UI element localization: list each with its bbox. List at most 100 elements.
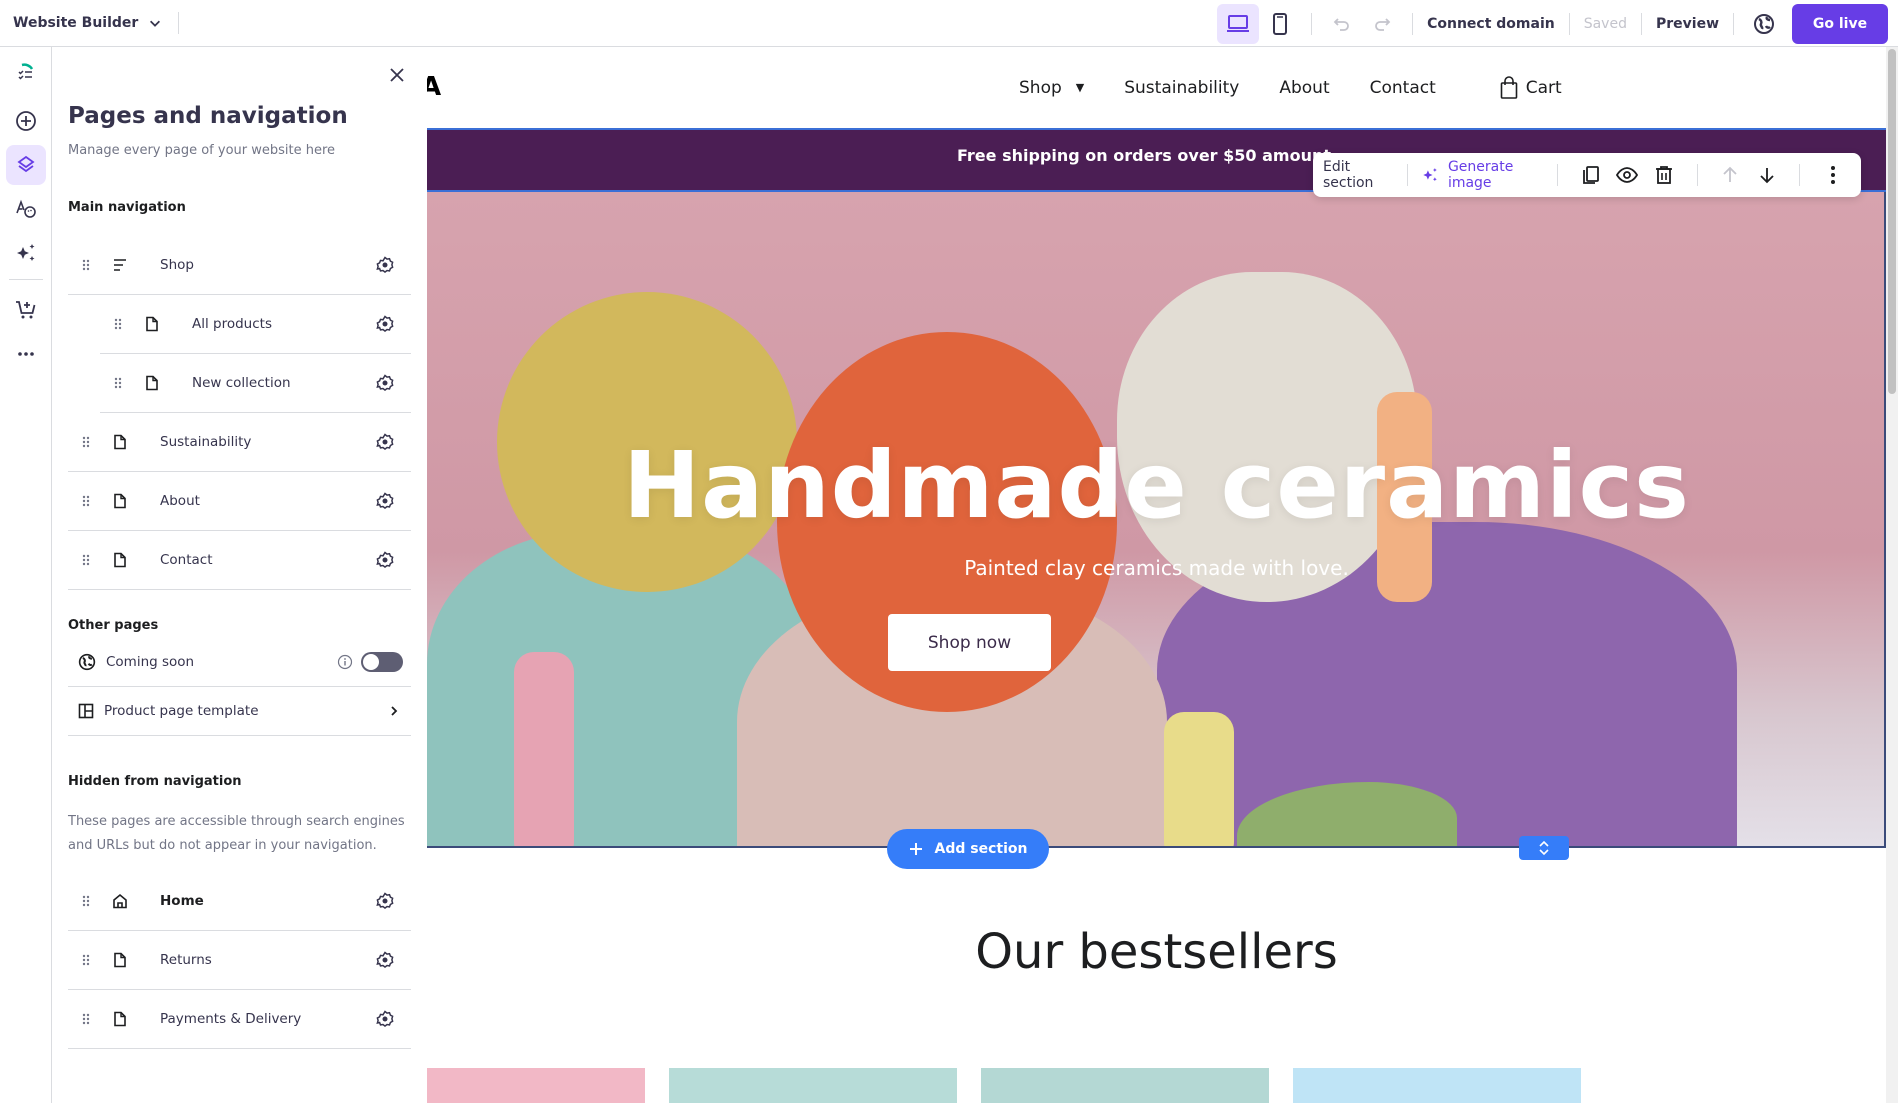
copy-icon	[1582, 166, 1599, 184]
duplicate-section-button[interactable]	[1576, 158, 1605, 192]
hero-subtitle[interactable]: Painted clay ceramics made with love.	[427, 556, 1884, 580]
panel-subtitle: Manage every page of your website here	[68, 143, 336, 158]
connect-domain-button[interactable]: Connect domain	[1423, 16, 1559, 32]
coming-soon-toggle[interactable]	[361, 652, 403, 672]
nav-page-row[interactable]: All products	[100, 295, 411, 354]
rail-logo[interactable]	[6, 53, 46, 93]
hero-section[interactable]: Handmade ceramics Painted clay ceramics …	[427, 192, 1886, 848]
divider	[1799, 164, 1801, 186]
generate-image-button[interactable]: Generate image	[1421, 159, 1543, 191]
sparkles-icon	[1423, 168, 1438, 182]
icon-rail	[0, 47, 52, 1103]
edit-section-button[interactable]: Edit section	[1323, 159, 1393, 191]
nav-page-row[interactable]: Sustainability	[68, 413, 411, 472]
app-title: Website Builder	[13, 15, 139, 31]
nav-page-row[interactable]: New collection	[100, 354, 411, 413]
scrollbar-thumb[interactable]	[1888, 49, 1896, 394]
site-nav-shop-label: Shop	[1019, 77, 1062, 98]
top-bar: Website Builder Connect domain Saved Pre…	[0, 0, 1898, 47]
sparkles-icon	[16, 244, 34, 261]
preview-button[interactable]: Preview	[1652, 16, 1723, 32]
more-options-button[interactable]	[1818, 158, 1847, 192]
mobile-view-button[interactable]	[1259, 4, 1301, 44]
shop-now-button[interactable]: Shop now	[888, 614, 1051, 671]
preview-scrollbar[interactable]	[1886, 47, 1898, 1103]
nav-page-row[interactable]: Payments & Delivery	[68, 990, 411, 1049]
drag-handle-icon[interactable]	[108, 318, 128, 330]
page-settings-gear-icon[interactable]	[373, 548, 397, 572]
page-settings-gear-icon[interactable]	[373, 430, 397, 454]
drag-handle-icon[interactable]	[108, 377, 128, 389]
app-switcher[interactable]: Website Builder	[0, 0, 162, 46]
page-icon	[142, 316, 162, 332]
hide-section-button[interactable]	[1613, 158, 1642, 192]
drag-handle-icon[interactable]	[76, 554, 96, 566]
product-card[interactable]	[981, 1068, 1269, 1103]
redo-button[interactable]	[1362, 4, 1402, 44]
move-up-button[interactable]	[1716, 158, 1745, 192]
drag-handle-icon[interactable]	[76, 436, 96, 448]
rail-add-element[interactable]	[6, 101, 46, 141]
divider	[8, 279, 43, 280]
page-settings-gear-icon[interactable]	[373, 1007, 397, 1031]
drag-handle-icon[interactable]	[76, 954, 96, 966]
language-button[interactable]	[1744, 4, 1784, 44]
globe-icon	[78, 653, 96, 671]
undo-button[interactable]	[1322, 4, 1362, 44]
rail-ai-tools[interactable]	[6, 233, 46, 273]
page-settings-gear-icon[interactable]	[373, 312, 397, 336]
delete-section-button[interactable]	[1650, 158, 1679, 192]
nav-page-row[interactable]: Shop	[68, 236, 411, 295]
drag-handle-icon[interactable]	[76, 259, 96, 271]
drag-handle-icon[interactable]	[76, 495, 96, 507]
bestsellers-title[interactable]: Our bestsellers	[427, 924, 1886, 980]
other-pages-label: Other pages	[68, 618, 159, 633]
nav-page-row[interactable]: Home	[68, 872, 411, 931]
move-down-button[interactable]	[1752, 158, 1781, 192]
rail-design[interactable]	[6, 189, 46, 229]
page-label: Shop	[160, 257, 194, 273]
rail-store[interactable]	[6, 290, 46, 330]
announcement-text: Free shipping on orders over $50 amount	[957, 145, 1331, 165]
divider	[1640, 12, 1642, 35]
plus-icon	[909, 843, 922, 855]
page-settings-gear-icon[interactable]	[373, 948, 397, 972]
page-settings-gear-icon[interactable]	[373, 489, 397, 513]
product-card[interactable]	[669, 1068, 957, 1103]
info-icon[interactable]	[337, 654, 353, 670]
site-nav-contact[interactable]: Contact	[1370, 78, 1436, 98]
page-settings-gear-icon[interactable]	[373, 889, 397, 913]
page-settings-gear-icon[interactable]	[373, 253, 397, 277]
rail-more[interactable]	[6, 334, 46, 374]
yellow-cylinder	[1164, 712, 1234, 846]
product-card[interactable]	[427, 1068, 645, 1103]
hero-title[interactable]: Handmade ceramics	[427, 432, 1884, 539]
site-logo[interactable]: A	[427, 72, 441, 102]
site-cart-link[interactable]: Cart	[1500, 75, 1562, 100]
site-header[interactable]: A Shop ▼ Sustainability About Contact Car…	[427, 47, 1886, 128]
section-resize-handle[interactable]	[1519, 836, 1569, 860]
drag-handle-icon[interactable]	[76, 895, 96, 907]
page-settings-gear-icon[interactable]	[373, 371, 397, 395]
more-vertical-icon	[1830, 166, 1835, 184]
chevron-down-icon	[150, 20, 161, 27]
site-nav-sustainability[interactable]: Sustainability	[1124, 78, 1239, 98]
add-section-button[interactable]: Add section	[887, 829, 1049, 869]
site-nav-shop[interactable]: Shop ▼	[1019, 78, 1084, 98]
rail-pages-navigation[interactable]	[5, 145, 46, 185]
drag-handle-icon[interactable]	[76, 1013, 96, 1025]
product-page-template-row[interactable]: Product page template	[68, 687, 411, 736]
nav-page-row[interactable]: Contact	[68, 531, 411, 590]
home-icon	[110, 893, 130, 909]
redo-icon	[1375, 17, 1391, 31]
close-panel-button[interactable]	[383, 61, 411, 89]
site-nav-about[interactable]: About	[1279, 78, 1329, 98]
nav-page-row[interactable]: About	[68, 472, 411, 531]
nav-page-row[interactable]: Returns	[68, 931, 411, 990]
product-card[interactable]	[1293, 1068, 1581, 1103]
desktop-view-button[interactable]	[1217, 3, 1260, 44]
go-live-button[interactable]: Go live	[1792, 3, 1888, 44]
page-label: Returns	[160, 952, 212, 968]
page-label: Contact	[160, 552, 213, 568]
page-label: New collection	[192, 375, 291, 391]
